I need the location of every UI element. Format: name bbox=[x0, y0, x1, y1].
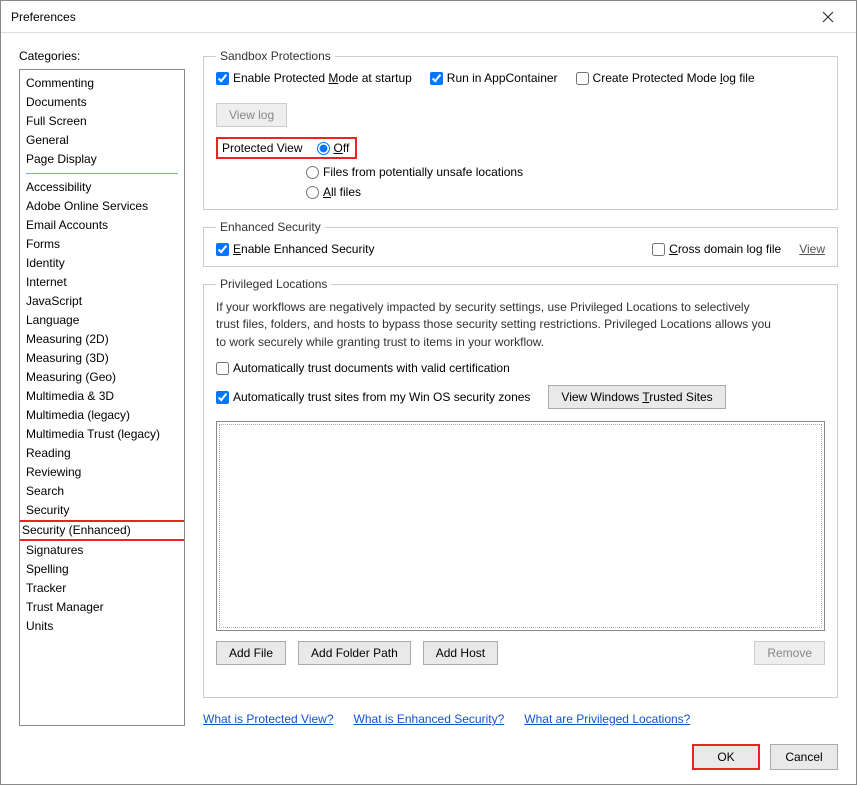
category-item[interactable]: Multimedia Trust (legacy) bbox=[20, 425, 184, 444]
enhanced-legend: Enhanced Security bbox=[216, 220, 325, 234]
enhanced-security-group: Enhanced Security Enable Enhanced Securi… bbox=[203, 220, 838, 267]
category-item[interactable]: Tracker bbox=[20, 579, 184, 598]
privileged-legend: Privileged Locations bbox=[216, 277, 331, 291]
category-item[interactable]: Page Display bbox=[20, 150, 184, 169]
titlebar: Preferences bbox=[1, 1, 856, 33]
add-host-button[interactable]: Add Host bbox=[423, 641, 498, 665]
cross-domain-log-checkbox[interactable]: Cross domain log file bbox=[652, 242, 781, 256]
category-item[interactable]: Identity bbox=[20, 254, 184, 273]
enhanced-view-link[interactable]: View bbox=[799, 242, 825, 256]
category-item-selected[interactable]: Security (Enhanced) bbox=[19, 520, 185, 541]
category-item[interactable]: Internet bbox=[20, 273, 184, 292]
run-appcontainer-checkbox[interactable]: Run in AppContainer bbox=[430, 71, 558, 85]
category-item[interactable]: JavaScript bbox=[20, 292, 184, 311]
category-item[interactable]: Measuring (2D) bbox=[20, 330, 184, 349]
category-item[interactable]: Signatures bbox=[20, 541, 184, 560]
category-item[interactable]: Accessibility bbox=[20, 178, 184, 197]
category-item[interactable]: Reading bbox=[20, 444, 184, 463]
protected-view-off-radio[interactable]: Off bbox=[317, 141, 350, 155]
window-title: Preferences bbox=[11, 10, 808, 24]
category-item[interactable]: Security bbox=[20, 501, 184, 520]
category-item[interactable]: Full Screen bbox=[20, 112, 184, 131]
view-log-button: View log bbox=[216, 103, 287, 127]
category-item[interactable]: Measuring (Geo) bbox=[20, 368, 184, 387]
protected-view-label: Protected View bbox=[222, 141, 303, 155]
sandbox-legend: Sandbox Protections bbox=[216, 49, 335, 63]
privileged-help-text: If your workflows are negatively impacte… bbox=[216, 299, 776, 351]
enable-protected-mode-checkbox[interactable]: Enable Protected Mode at startup bbox=[216, 71, 412, 85]
auto-trust-zones-checkbox[interactable]: Automatically trust sites from my Win OS… bbox=[216, 390, 530, 404]
protected-view-all-radio[interactable]: All files bbox=[306, 185, 825, 199]
category-item[interactable]: Spelling bbox=[20, 560, 184, 579]
category-item[interactable]: Units bbox=[20, 617, 184, 636]
category-item[interactable]: Multimedia & 3D bbox=[20, 387, 184, 406]
category-item[interactable]: Search bbox=[20, 482, 184, 501]
create-log-checkbox[interactable]: Create Protected Mode log file bbox=[576, 71, 755, 85]
preferences-dialog: Preferences Categories: CommentingDocume… bbox=[0, 0, 857, 785]
privileged-locations-list[interactable] bbox=[216, 421, 825, 631]
category-item[interactable]: General bbox=[20, 131, 184, 150]
category-item[interactable]: Reviewing bbox=[20, 463, 184, 482]
add-file-button[interactable]: Add File bbox=[216, 641, 286, 665]
ok-button[interactable]: OK bbox=[692, 744, 760, 770]
category-item[interactable]: Email Accounts bbox=[20, 216, 184, 235]
category-item[interactable]: Adobe Online Services bbox=[20, 197, 184, 216]
what-are-privileged-locations-link[interactable]: What are Privileged Locations? bbox=[524, 712, 690, 726]
category-item[interactable]: Commenting bbox=[20, 74, 184, 93]
remove-button: Remove bbox=[754, 641, 825, 665]
cancel-button[interactable]: Cancel bbox=[770, 744, 838, 770]
category-divider bbox=[26, 173, 178, 174]
what-is-protected-view-link[interactable]: What is Protected View? bbox=[203, 712, 334, 726]
protected-view-unsafe-radio[interactable]: Files from potentially unsafe locations bbox=[306, 165, 825, 179]
categories-label: Categories: bbox=[19, 49, 185, 63]
category-item[interactable]: Multimedia (legacy) bbox=[20, 406, 184, 425]
enable-enhanced-security-checkbox[interactable]: Enable Enhanced Security bbox=[216, 242, 374, 256]
category-item[interactable]: Measuring (3D) bbox=[20, 349, 184, 368]
close-icon[interactable] bbox=[808, 1, 848, 33]
what-is-enhanced-security-link[interactable]: What is Enhanced Security? bbox=[354, 712, 505, 726]
category-item[interactable]: Language bbox=[20, 311, 184, 330]
category-item[interactable]: Forms bbox=[20, 235, 184, 254]
categories-list[interactable]: CommentingDocumentsFull ScreenGeneralPag… bbox=[19, 69, 185, 726]
privileged-locations-group: Privileged Locations If your workflows a… bbox=[203, 277, 838, 698]
category-item[interactable]: Trust Manager bbox=[20, 598, 184, 617]
category-item[interactable]: Documents bbox=[20, 93, 184, 112]
add-folder-button[interactable]: Add Folder Path bbox=[298, 641, 411, 665]
view-trusted-sites-button[interactable]: View Windows Trusted Sites bbox=[548, 385, 725, 409]
auto-trust-cert-checkbox[interactable]: Automatically trust documents with valid… bbox=[216, 361, 825, 375]
sandbox-protections-group: Sandbox Protections Enable Protected Mod… bbox=[203, 49, 838, 210]
